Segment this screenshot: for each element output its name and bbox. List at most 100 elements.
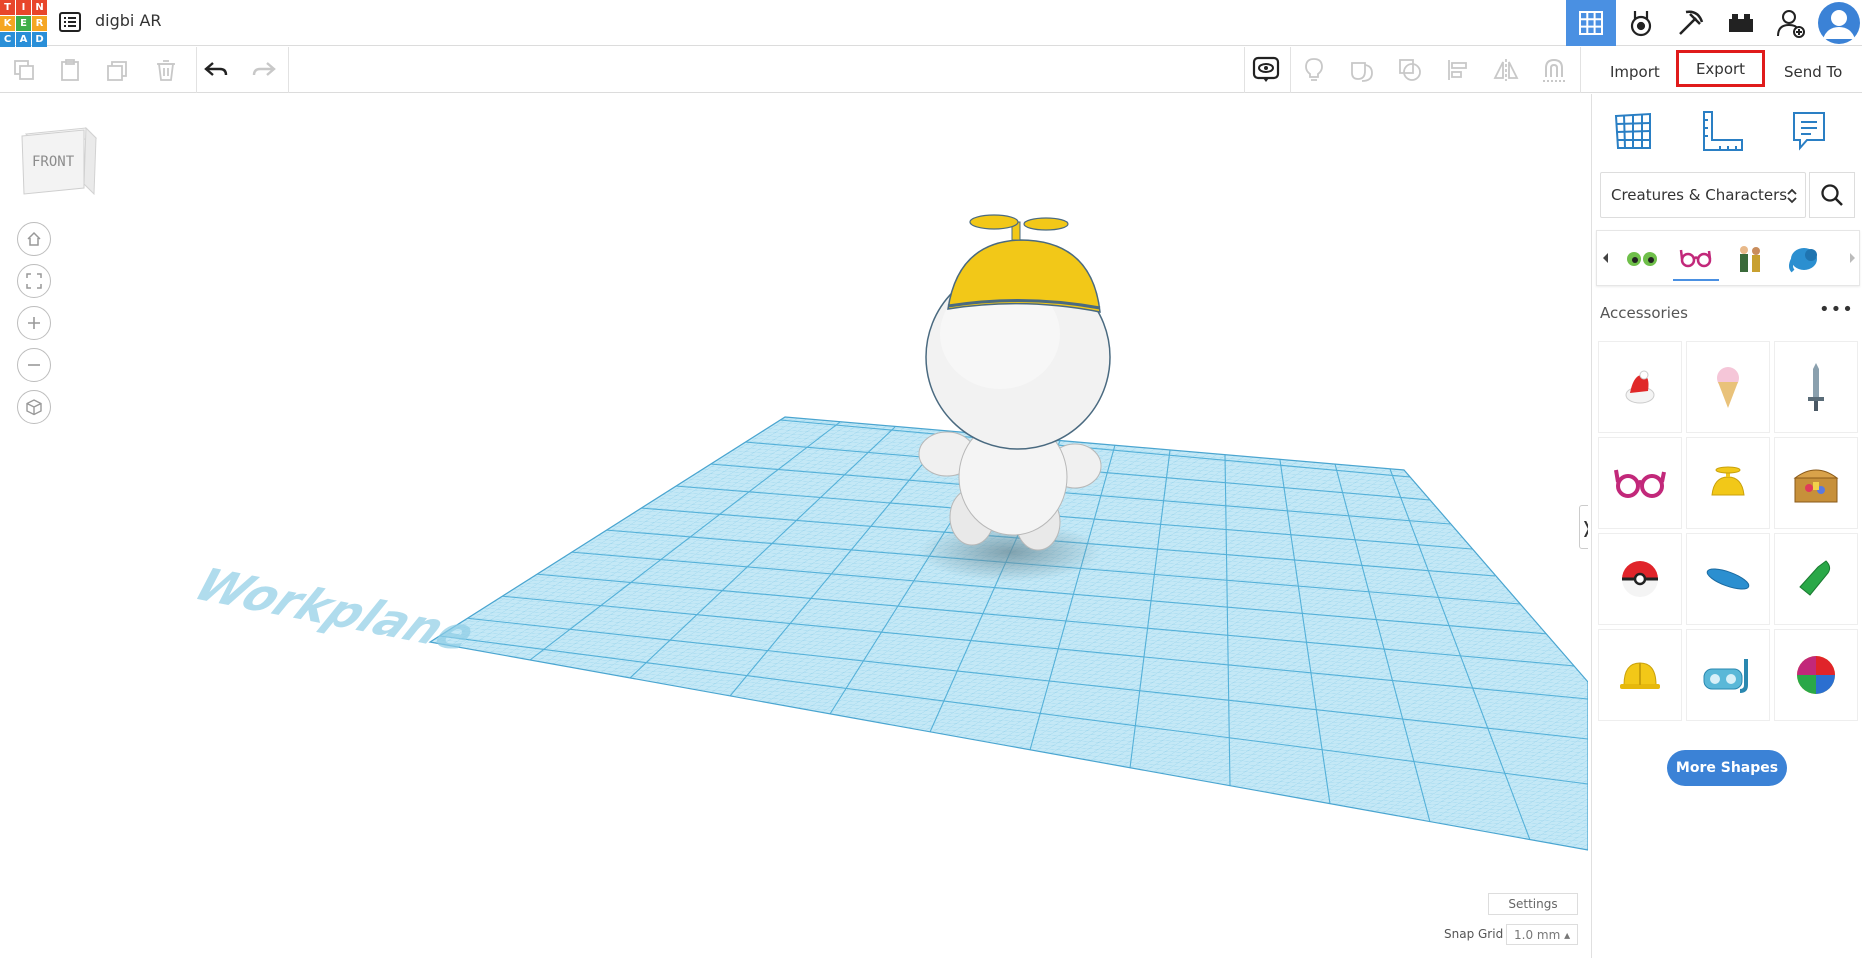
duplicate-icon[interactable] [102,55,134,85]
3d-design-icon[interactable] [1566,0,1616,46]
shape-ice-cream[interactable] [1686,341,1770,433]
shape-hard-hat[interactable] [1598,629,1682,721]
ungroup-icon[interactable] [1394,55,1426,85]
home-view-button[interactable] [17,222,51,256]
perspective-button[interactable] [17,390,51,424]
subcategory-accessories[interactable] [1673,237,1719,281]
send-to-button[interactable]: Send To [1772,57,1854,87]
subcategory-bar [1596,230,1860,286]
toolbar-divider [1244,47,1245,93]
cube-icon [26,399,42,416]
shape-glasses[interactable] [1598,437,1682,529]
design-list-icon[interactable] [58,10,82,34]
workplane-icon[interactable] [1608,106,1658,156]
cruise-magnet-icon[interactable] [1538,55,1570,85]
shape-beach-ball[interactable] [1774,629,1858,721]
workplane-label: Workplane [180,559,491,660]
view-cube[interactable]: FRONT [20,124,98,198]
search-button[interactable] [1809,172,1855,218]
subcategory-eyes[interactable] [1619,237,1665,281]
logo-letter: C [0,32,15,47]
workplane-scene[interactable]: Workplane [0,94,1588,958]
shape-sword[interactable] [1774,341,1858,433]
santa-hat-icon [1625,370,1655,404]
more-options-button[interactable]: ••• [1819,299,1854,320]
group-icon[interactable] [1346,55,1378,85]
home-icon [27,231,41,246]
mirror-icon[interactable] [1490,55,1522,85]
zoom-out-button[interactable] [17,348,51,382]
logo-letter: I [16,0,31,15]
shape-grid [1598,341,1860,721]
shape-santa-hat[interactable] [1598,341,1682,433]
circuits-icon[interactable] [1616,0,1666,46]
collapse-panel-button[interactable]: ❭ [1579,505,1588,549]
section-title: Accessories [1600,304,1688,322]
category-select[interactable]: Creatures & Characters [1600,172,1806,218]
prev-arrow-icon[interactable] [1603,253,1608,263]
shape-pokeball[interactable] [1598,533,1682,625]
toolbar-divider [1290,47,1291,93]
redo-icon[interactable] [248,55,280,85]
shape-propeller-hat[interactable] [1686,437,1770,529]
logo-letter: D [32,32,47,47]
subcategory-people[interactable] [1727,237,1773,281]
people-icon [1740,246,1760,272]
logo-letter: K [0,16,15,31]
toolbar-divider [196,47,197,93]
shape-flipper[interactable] [1774,533,1858,625]
zoom-in-button[interactable] [17,306,51,340]
shapes-panel: Creatures & Characters Accessories ••• M… [1591,94,1862,958]
export-button[interactable]: Export [1676,50,1765,87]
shape-snorkel-mask[interactable] [1686,629,1770,721]
snap-grid-select[interactable]: 1.0 mm ▴ [1506,924,1578,945]
beach-ball-icon [1797,656,1835,694]
undo-icon[interactable] [200,55,232,85]
glasses-icon [1679,249,1712,268]
minecraft-pickaxe-icon[interactable] [1666,0,1716,46]
minus-icon [28,364,40,366]
copy-icon[interactable] [8,55,40,85]
fit-view-button[interactable] [17,264,51,298]
subcategory-creatures[interactable] [1781,237,1827,281]
ice-cream-icon [1717,367,1739,408]
add-user-icon[interactable] [1766,0,1816,46]
category-select-value: Creatures & Characters [1611,186,1788,204]
tinkercad-logo[interactable]: T I N K E R C A D [0,0,47,47]
edit-toolbar: Import Export Send To [0,47,1862,93]
shape-surfboard[interactable] [1686,533,1770,625]
logo-letter: T [0,0,15,15]
document-title[interactable]: digbi AR [95,11,162,30]
logo-letter: R [32,16,47,31]
next-arrow-icon[interactable] [1850,253,1855,263]
shape-treasure-chest[interactable] [1774,437,1858,529]
top-bar: T I N K E R C A D digbi AR [0,0,1862,47]
surfboard-icon [1706,568,1750,590]
align-icon[interactable] [1442,55,1474,85]
lego-brick-icon[interactable] [1716,0,1766,46]
fit-icon [26,273,42,289]
propeller-hat-icon [1711,466,1745,496]
treasure-chest-icon [1793,469,1839,503]
avatar[interactable] [1816,0,1862,46]
plus-icon [28,317,40,329]
more-shapes-button[interactable]: More Shapes [1667,750,1787,786]
delete-icon[interactable] [150,55,182,85]
import-button[interactable]: Import [1598,57,1672,87]
sword-icon [1808,363,1824,411]
logo-letter: A [16,32,31,47]
toolbar-divider [288,47,289,93]
paste-icon[interactable] [54,55,86,85]
notes-icon[interactable] [1784,106,1834,156]
ruler-icon[interactable] [1697,106,1747,156]
select-arrows-icon [1787,188,1797,204]
settings-button[interactable]: Settings [1488,893,1578,915]
show-all-icon[interactable] [1250,55,1282,85]
hard-hat-icon [1620,662,1660,689]
logo-letter: N [32,0,47,15]
notes-light-icon[interactable] [1298,55,1330,85]
3d-viewport[interactable]: Workplane FRONT Settings Snap Grid 1.0 m… [0,94,1588,958]
search-icon [1821,184,1843,206]
toolbar-divider [1580,47,1581,93]
glasses-icon [1614,469,1666,498]
